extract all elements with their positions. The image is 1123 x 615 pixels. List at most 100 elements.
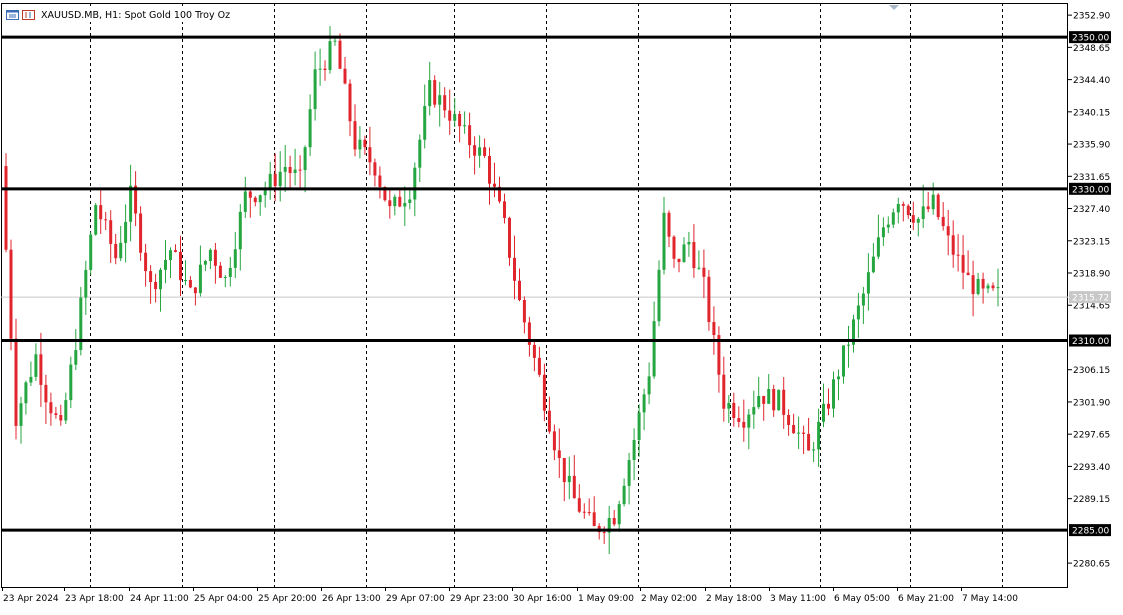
candle-body (84, 269, 88, 298)
x-tick-label: 30 Apr 16:00 (513, 594, 572, 604)
candle-body (308, 109, 312, 148)
chart-area[interactable]: 2350.00 2330.00 2310.00 2285.00 2352.90 2348… (0, 0, 1123, 611)
candle-body (74, 350, 78, 365)
candle-body (971, 275, 975, 295)
candle-body (313, 69, 317, 110)
candle-body (931, 194, 935, 210)
candle-body (657, 269, 661, 322)
candle-body (757, 396, 761, 408)
x-tick-label: 23 Apr 2024 (3, 594, 59, 604)
candle-body (124, 221, 128, 243)
candle-body (632, 440, 636, 460)
candle-body (159, 269, 162, 290)
candle-body (941, 217, 945, 227)
candle-body (478, 147, 482, 156)
candle-body (861, 293, 865, 306)
candle-body (283, 167, 287, 172)
candle-body (503, 201, 506, 218)
candle-body (916, 218, 920, 223)
candle-body (228, 267, 232, 277)
level-price-label: 2310.00 (1069, 334, 1111, 347)
candle-body (403, 203, 407, 207)
candle-body (881, 227, 885, 238)
chart-window-icon[interactable] (6, 10, 19, 20)
candle-body (263, 190, 267, 196)
candle-body (188, 280, 192, 288)
candle-body (164, 260, 167, 270)
y-tick-label: 2331.65 (1073, 173, 1110, 183)
candle-body (438, 95, 442, 105)
x-tick-label: 24 Apr 11:00 (130, 594, 189, 604)
y-tick-label: 2323.15 (1073, 237, 1110, 247)
candle-body (921, 206, 925, 219)
symbol-icon[interactable] (22, 10, 35, 20)
candle-body (24, 382, 28, 404)
candle-body (423, 106, 427, 140)
level-price-label: 2285.00 (1069, 524, 1111, 537)
chart-background (0, 0, 1123, 611)
current-price-text: 2315.72 (1072, 294, 1109, 304)
candle-body (901, 204, 905, 206)
price-chart[interactable]: 2350.00 2330.00 2310.00 2285.00 2352.90 2348… (0, 0, 1123, 611)
level-label-text: 2285.00 (1072, 527, 1109, 537)
candle-body (114, 243, 118, 259)
candle-body (119, 242, 123, 259)
candle-body (174, 250, 177, 252)
chart-title: XAUUSD.MB, H1: Spot Gold 100 Troy Oz (41, 9, 231, 21)
candle-body (233, 249, 237, 268)
candle-body (518, 280, 521, 300)
candle-body (886, 224, 890, 228)
candle-body (368, 147, 372, 163)
candle-body (19, 403, 23, 426)
candle-body (348, 83, 352, 122)
y-tick-label: 2352.90 (1073, 12, 1110, 22)
y-tick-label: 2335.90 (1073, 141, 1110, 151)
candle-body (996, 287, 1000, 289)
candle-body (622, 485, 626, 505)
candle-body (522, 300, 526, 323)
candle-body (762, 396, 766, 404)
x-tick-label: 26 Apr 13:00 (322, 594, 381, 604)
candle-body (677, 258, 681, 262)
candle-body (976, 278, 980, 294)
candle-body (69, 364, 73, 401)
y-tick-label: 2318.90 (1073, 270, 1110, 280)
candle-body (443, 95, 447, 111)
candle-body (34, 354, 38, 377)
candle-body (637, 412, 641, 440)
candle-body (542, 374, 546, 411)
level-price-label: 2330.00 (1069, 182, 1111, 195)
candle-body (333, 40, 337, 42)
candle-body (592, 512, 596, 526)
candle-body (627, 460, 631, 486)
candle-body (413, 167, 417, 200)
candle-body (822, 403, 825, 422)
candle-body (906, 205, 910, 216)
candle-body (956, 254, 960, 256)
candle-body (617, 504, 621, 525)
candle-body (772, 389, 776, 411)
x-tick-label: 23 Apr 18:00 (65, 594, 124, 604)
candle-body (642, 394, 646, 413)
candle-body (692, 242, 696, 269)
x-tick-label: 6 May 05:00 (834, 594, 890, 604)
candle-body (79, 297, 83, 350)
y-tick-label: 2306.15 (1073, 366, 1110, 376)
candle-body (338, 40, 342, 69)
candle-body (552, 431, 556, 451)
candle-body (54, 413, 58, 415)
candle-body (44, 384, 48, 403)
candle-body (802, 432, 806, 434)
candle-body (353, 121, 357, 150)
candle-body (288, 167, 292, 173)
candle-body (243, 191, 247, 212)
x-tick-label: 3 May 11:00 (770, 594, 826, 604)
candle-body (298, 169, 302, 171)
candle-body (258, 195, 262, 203)
candle-body (493, 183, 496, 187)
candle-body (652, 321, 656, 377)
x-tick-label: 25 Apr 04:00 (194, 594, 253, 604)
candle-body (986, 285, 990, 289)
candle-body (203, 261, 207, 265)
candle-body (343, 68, 347, 84)
